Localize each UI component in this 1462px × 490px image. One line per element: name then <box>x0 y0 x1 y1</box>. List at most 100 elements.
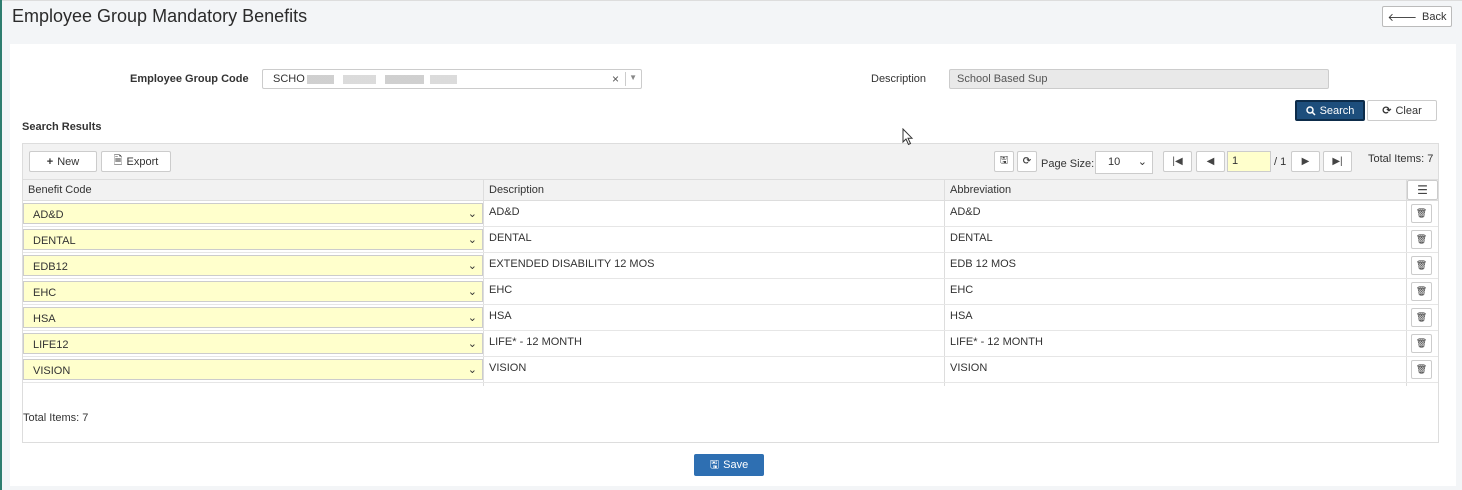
description-field: School Based Sup <box>949 69 1329 89</box>
mouse-cursor-icon <box>902 128 914 146</box>
save-label: Save <box>723 459 749 471</box>
abbreviation-cell: VISION <box>950 362 988 374</box>
back-label: Back <box>1422 10 1447 23</box>
description-cell: LIFE* - 12 MONTH <box>489 336 582 348</box>
delete-button[interactable]: 🗑 <box>1411 256 1432 275</box>
chevron-down-icon: ⌄ <box>467 312 477 324</box>
chevron-down-icon: ⌄ <box>467 208 477 220</box>
abbreviation-cell: EDB 12 MOS <box>950 258 1017 270</box>
search-icon <box>1305 105 1316 116</box>
description-label: Description <box>871 73 927 85</box>
column-header-benefit-code[interactable]: Benefit Code <box>28 184 92 196</box>
search-label: Search <box>1319 104 1355 117</box>
new-button[interactable]: + New <box>29 151 97 172</box>
trash-icon: 🗑 <box>1415 312 1428 322</box>
arrow-left-icon: 🡐 <box>1387 11 1418 24</box>
table-row: HSA ⌄ HSA HSA 🗑 <box>23 305 1438 331</box>
clear-selection-icon[interactable]: × <box>612 72 619 86</box>
description-cell: EHC <box>489 284 513 296</box>
benefit-code-select[interactable]: DENTAL ⌄ <box>23 229 483 250</box>
description-cell: AD&D <box>489 206 520 218</box>
group-code-combobox[interactable]: SCHO × ▼ <box>262 69 642 89</box>
chevron-down-icon: ⌄ <box>467 338 477 350</box>
benefit-code-select[interactable]: HSA ⌄ <box>23 307 483 328</box>
chevron-down-icon: ⌄ <box>1137 156 1147 168</box>
column-menu-icon[interactable]: ☰ <box>1407 180 1438 200</box>
back-button[interactable]: 🡐 Back <box>1382 6 1452 27</box>
page-header: Employee Group Mandatory Benefits 🡐 Back <box>2 0 1462 44</box>
last-page-icon[interactable]: ▶| <box>1323 151 1352 172</box>
total-items-top: Total Items: 7 <box>1368 153 1434 165</box>
file-export-icon: 🗎 <box>113 155 123 167</box>
new-label: New <box>57 155 80 168</box>
search-results-heading: Search Results <box>22 121 102 133</box>
results-grid: + New 🗎 Export 🖫 ⟳ Page Size: 10 ⌄ |◀ ◀ … <box>22 143 1439 443</box>
delete-button[interactable]: 🗑 <box>1411 360 1432 379</box>
trash-icon: 🗑 <box>1415 338 1428 348</box>
main-panel: Employee Group Code SCHO × ▼ Description… <box>10 44 1456 486</box>
column-header-abbreviation[interactable]: Abbreviation <box>950 184 1011 196</box>
page-total: / 1 <box>1274 156 1287 168</box>
table-row: VISION ⌄ VISION VISION 🗑 <box>23 357 1438 383</box>
save-layout-icon[interactable]: 🖫 <box>994 151 1014 172</box>
trash-icon: 🗑 <box>1415 234 1428 244</box>
chevron-down-icon[interactable]: ▼ <box>629 73 637 82</box>
page-size-value: 10 <box>1108 156 1121 168</box>
prev-page-icon[interactable]: ◀ <box>1196 151 1225 172</box>
delete-button[interactable]: 🗑 <box>1411 282 1432 301</box>
save-button[interactable]: 🖫 Save <box>694 454 764 476</box>
redacted-text <box>306 74 457 84</box>
description-cell: EXTENDED DISABILITY 12 MOS <box>489 258 655 270</box>
plus-icon: + <box>46 155 54 168</box>
trash-icon: 🗑 <box>1415 364 1428 374</box>
delete-button[interactable]: 🗑 <box>1411 230 1432 249</box>
total-items-bottom: Total Items: 7 <box>23 412 89 424</box>
column-header-description[interactable]: Description <box>489 184 544 196</box>
abbreviation-cell: AD&D <box>950 206 981 218</box>
next-page-icon[interactable]: ▶ <box>1291 151 1320 172</box>
benefit-code-select[interactable]: VISION ⌄ <box>23 359 483 380</box>
combo-separator <box>625 72 626 86</box>
table-row: AD&D ⌄ AD&D AD&D 🗑 <box>23 201 1438 227</box>
description-cell: HSA <box>489 310 512 322</box>
table-row: EHC ⌄ EHC EHC 🗑 <box>23 279 1438 305</box>
clear-button[interactable]: ⟳ Clear <box>1367 100 1437 121</box>
grid-header: Benefit Code Description Abbreviation ☰ <box>23 180 1438 201</box>
description-cell: VISION <box>489 362 527 374</box>
page-title: Employee Group Mandatory Benefits <box>12 6 308 26</box>
refresh-icon: ⟳ <box>1382 105 1392 117</box>
table-row: DENTAL ⌄ DENTAL DENTAL 🗑 <box>23 227 1438 253</box>
delete-button[interactable]: 🗑 <box>1411 308 1432 327</box>
refresh-grid-icon[interactable]: ⟳ <box>1017 151 1037 172</box>
benefit-code-select[interactable]: EHC ⌄ <box>23 281 483 302</box>
abbreviation-cell: EHC <box>950 284 974 296</box>
current-page-input[interactable]: 1 <box>1227 151 1271 172</box>
description-cell: DENTAL <box>489 232 532 244</box>
export-label: Export <box>126 155 159 168</box>
benefit-code-select[interactable]: AD&D ⌄ <box>23 203 483 224</box>
delete-button[interactable]: 🗑 <box>1411 334 1432 353</box>
chevron-down-icon: ⌄ <box>467 260 477 272</box>
trash-icon: 🗑 <box>1415 286 1428 296</box>
search-button[interactable]: Search <box>1295 100 1365 121</box>
group-code-value: SCHO <box>273 73 457 85</box>
trash-icon: 🗑 <box>1415 208 1428 218</box>
benefit-code-select[interactable]: EDB12 ⌄ <box>23 255 483 276</box>
benefit-code-select[interactable]: LIFE12 ⌄ <box>23 333 483 354</box>
left-accent-bar <box>0 0 2 490</box>
floppy-disk-icon: 🖫 <box>709 458 720 471</box>
group-code-label: Employee Group Code <box>130 73 249 85</box>
chevron-down-icon: ⌄ <box>467 364 477 376</box>
chevron-down-icon: ⌄ <box>467 234 477 246</box>
chevron-down-icon: ⌄ <box>467 286 477 298</box>
abbreviation-cell: LIFE* - 12 MONTH <box>950 336 1043 348</box>
grid-toolbar: + New 🗎 Export 🖫 ⟳ Page Size: 10 ⌄ |◀ ◀ … <box>23 144 1438 180</box>
abbreviation-cell: HSA <box>950 310 973 322</box>
first-page-icon[interactable]: |◀ <box>1163 151 1192 172</box>
page-size-select[interactable]: 10 ⌄ <box>1095 151 1153 174</box>
export-button[interactable]: 🗎 Export <box>101 151 171 172</box>
abbreviation-cell: DENTAL <box>950 232 993 244</box>
trash-icon: 🗑 <box>1415 260 1428 270</box>
delete-button[interactable]: 🗑 <box>1411 204 1432 223</box>
clear-label: Clear <box>1395 104 1422 117</box>
